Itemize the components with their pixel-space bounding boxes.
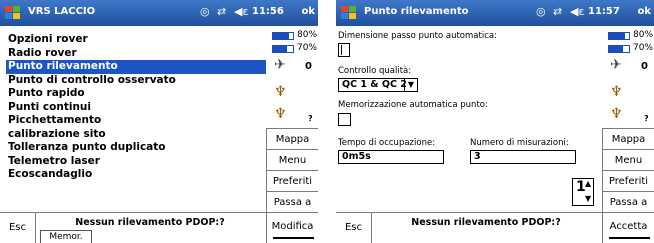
speaker-icon[interactable]: ◀ε (570, 5, 584, 18)
switch-to-button[interactable]: Passa a (266, 191, 318, 212)
radio-antenna-icon: ♆ (610, 106, 623, 122)
battery-level-label: 70% (633, 43, 654, 53)
unknown-mark: ? (644, 114, 649, 123)
menu-item[interactable]: Picchettamento (6, 114, 266, 128)
ok-button[interactable]: ok (637, 6, 651, 17)
esc-button[interactable]: Esc (0, 213, 36, 243)
status-message: Nessun rilevamento PDOP:? (411, 217, 561, 228)
status-message: Nessun rilevamento PDOP:? (75, 217, 225, 228)
radio-antenna-icon: ♆ (274, 84, 287, 100)
esc-button[interactable]: Esc (336, 213, 372, 243)
memorize-button[interactable]: Memor. (40, 230, 92, 243)
menu-button[interactable]: Menu (602, 149, 654, 170)
battery-icon (608, 32, 630, 40)
satellite-count: 0 (641, 61, 648, 72)
step-size-label: Dimensione passo punto automatica: (338, 31, 497, 41)
menu-list: Opzioni rover Radio rover Punto rilevament… (6, 33, 266, 182)
speaker-icon[interactable]: ◀ε (234, 5, 248, 18)
map-button[interactable]: Mappa (602, 128, 654, 149)
text-caret (341, 45, 342, 55)
menu-item[interactable]: Tolleranza punto duplicato (6, 141, 266, 155)
measurement-count-field[interactable]: 3 (470, 150, 576, 164)
battery-level-label: 80% (633, 30, 654, 40)
chevron-down-icon[interactable]: ▼ (404, 79, 417, 91)
favorites-button[interactable]: Preferiti (266, 170, 318, 191)
auto-store-checkbox[interactable] (338, 113, 351, 126)
gps-icon[interactable]: ◎ (200, 5, 210, 18)
measurement-count-label: Numero di misurazioni: (470, 138, 569, 148)
menu-item[interactable]: Ecoscandaglio (6, 168, 266, 182)
menu-item[interactable]: Punto rilevamento (6, 60, 266, 74)
windows-flag-icon[interactable] (340, 5, 357, 21)
menu-item[interactable]: calibrazione sito (6, 128, 266, 142)
page-spinner[interactable]: 1 ▲ ▼ (572, 178, 594, 206)
ok-button[interactable]: ok (301, 6, 315, 17)
menu-item[interactable]: Telemetro laser (6, 155, 266, 169)
modify-button[interactable]: Modifica (266, 213, 318, 243)
battery-icon (608, 45, 630, 53)
occupation-time-field[interactable]: 0m5s (338, 150, 444, 164)
satellite-icon: ✈ (610, 57, 622, 73)
battery-icon (272, 32, 294, 40)
sync-icon[interactable]: ⇄ (217, 5, 226, 18)
occupation-time-label: Tempo di occupazione: (338, 138, 436, 148)
quality-control-select[interactable]: QC 1 & QC 2 ▼ (338, 78, 418, 92)
radio-antenna-icon: ♆ (610, 84, 623, 100)
satellite-count: 0 (305, 61, 312, 72)
auto-store-label: Memorizzazione automatica punto: (338, 100, 488, 110)
gps-icon[interactable]: ◎ (536, 5, 546, 18)
menu-item[interactable]: Punto rapido (6, 87, 266, 101)
title-bar: VRS LACCIO ◎ ⇄ ◀ε 11:56 ok (0, 0, 318, 26)
map-button[interactable]: Mappa (266, 128, 318, 149)
sync-icon[interactable]: ⇄ (553, 5, 562, 18)
menu-item[interactable]: Punti continui (6, 101, 266, 115)
bottom-bar: Esc Nessun rilevamento PDOP:? Accetta (336, 212, 654, 243)
battery-level-label: 70% (297, 43, 318, 53)
title-bar: Punto rilevamento ◎ ⇄ ◀ε 11:57 ok (336, 0, 654, 26)
windows-flag-icon[interactable] (4, 5, 21, 21)
window-title: Punto rilevamento (364, 6, 469, 17)
clock[interactable]: 11:56 (252, 6, 284, 17)
clock[interactable]: 11:57 (588, 6, 620, 17)
favorites-button[interactable]: Preferiti (602, 170, 654, 191)
right-screen: Punto rilevamento ◎ ⇄ ◀ε 11:57 ok Dimens… (336, 0, 654, 243)
switch-to-button[interactable]: Passa a (602, 191, 654, 212)
menu-button[interactable]: Menu (266, 149, 318, 170)
battery-icon (272, 45, 294, 53)
bottom-bar: Esc Nessun rilevamento PDOP:? Memor. Mod… (0, 212, 318, 243)
menu-item[interactable]: Punto di controllo osservato (6, 74, 266, 88)
unknown-mark: ? (308, 114, 313, 123)
quality-control-label: Controllo qualità: (338, 66, 412, 76)
chevron-up-icon[interactable]: ▲ (585, 179, 591, 188)
left-screen: VRS LACCIO ◎ ⇄ ◀ε 11:56 ok Opzioni rover… (0, 0, 318, 243)
menu-item[interactable]: Opzioni rover (6, 33, 266, 47)
step-size-field[interactable] (338, 43, 350, 57)
chevron-down-icon[interactable]: ▼ (585, 194, 591, 203)
battery-level-label: 80% (297, 30, 318, 40)
satellite-icon: ✈ (274, 57, 286, 73)
radio-antenna-icon: ♆ (274, 106, 287, 122)
accept-button[interactable]: Accetta (602, 213, 654, 243)
menu-item[interactable]: Radio rover (6, 47, 266, 61)
window-title: VRS LACCIO (28, 6, 96, 17)
